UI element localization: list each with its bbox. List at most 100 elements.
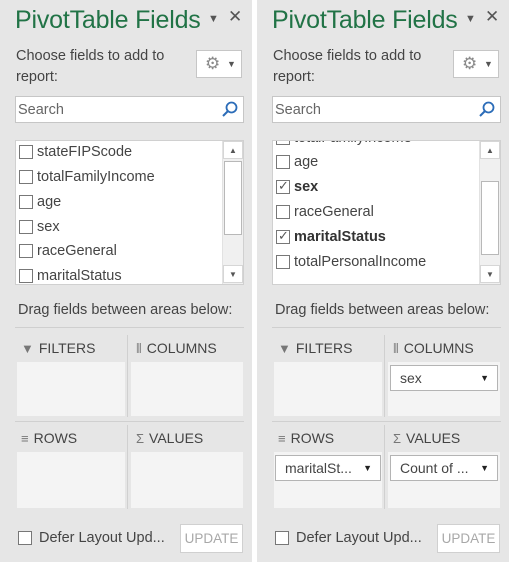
defer-label: Defer Layout Upd...: [296, 530, 422, 546]
field-checkbox[interactable]: [276, 155, 290, 169]
search-input[interactable]: [16, 97, 216, 122]
search-box: [272, 96, 501, 123]
pane-title: PivotTable Fields: [15, 6, 201, 34]
field-item[interactable]: maritalStatus: [16, 267, 221, 284]
close-icon[interactable]: ✕: [485, 7, 499, 27]
gear-icon: ⚙: [205, 54, 221, 73]
field-label: raceGeneral: [37, 243, 117, 259]
field-label: sex: [37, 219, 60, 235]
values-area-header: Σ VALUES: [393, 430, 461, 446]
scroll-down-icon[interactable]: ▼: [223, 265, 243, 283]
field-item[interactable]: maritalStatus: [273, 228, 478, 248]
field-item[interactable]: totalFamilyIncome: [273, 141, 478, 149]
scroll-thumb[interactable]: [224, 161, 242, 235]
caret-down-icon[interactable]: ▼: [208, 13, 219, 25]
area-separator: [15, 421, 244, 422]
tools-button[interactable]: ⚙ ▼: [196, 50, 242, 78]
values-drop-area[interactable]: [131, 452, 243, 508]
field-item[interactable]: raceGeneral: [16, 242, 221, 262]
filters-drop-area[interactable]: [274, 362, 382, 416]
sigma-icon: Σ: [393, 431, 402, 446]
chevron-down-icon[interactable]: ▼: [480, 463, 489, 473]
values-drop-area[interactable]: Count of ... ▼: [388, 452, 500, 508]
tools-button[interactable]: ⚙ ▼: [453, 50, 499, 78]
pivot-fields-pane-left: PivotTable Fields ▼ ✕ Choose fields to a…: [0, 0, 252, 562]
field-checkbox[interactable]: [276, 205, 290, 219]
columns-drop-area[interactable]: sex ▼: [388, 362, 500, 416]
field-label: maritalStatus: [37, 268, 122, 284]
field-item[interactable]: stateFIPScode: [16, 143, 221, 163]
values-field-chip[interactable]: Count of ... ▼: [390, 455, 498, 481]
field-label: age: [37, 194, 62, 210]
choose-fields-text: Choose fields to add to report:: [273, 48, 422, 85]
chevron-down-icon: ▼: [484, 59, 493, 69]
choose-fields-text: Choose fields to add to report:: [16, 48, 165, 85]
field-checkbox[interactable]: [276, 141, 290, 145]
scroll-up-icon[interactable]: ▲: [480, 141, 500, 159]
rows-area-header: ≡ ROWS: [278, 430, 335, 446]
field-item[interactable]: sex: [273, 178, 478, 198]
columns-drop-area[interactable]: [131, 362, 243, 416]
chevron-down-icon[interactable]: ▼: [363, 463, 372, 473]
rows-drop-area[interactable]: maritalSt... ▼: [274, 452, 382, 508]
search-icon[interactable]: [221, 100, 239, 118]
chip-label: maritalSt...: [285, 460, 352, 476]
area-separator: [272, 421, 501, 422]
field-list: stateFIPScode totalFamilyIncome age sex …: [15, 140, 244, 285]
search-input[interactable]: [273, 97, 473, 122]
field-label: totalPersonalIncome: [294, 254, 427, 270]
field-checkbox[interactable]: [19, 220, 33, 234]
update-button[interactable]: UPDATE: [437, 524, 500, 553]
columns-field-chip[interactable]: sex ▼: [390, 365, 498, 391]
field-label: age: [294, 154, 319, 170]
close-icon[interactable]: ✕: [228, 7, 242, 27]
field-item[interactable]: totalPersonalIncome: [273, 253, 478, 273]
filter-icon: ▼: [21, 341, 34, 356]
field-checkbox[interactable]: [19, 244, 33, 258]
caret-down-icon[interactable]: ▼: [465, 13, 476, 25]
defer-label: Defer Layout Upd...: [39, 530, 165, 546]
field-item[interactable]: age: [273, 153, 478, 173]
separator: [272, 327, 501, 328]
drag-instructions: Drag fields between areas below:: [18, 302, 233, 318]
area-divider: [127, 425, 128, 509]
field-item[interactable]: raceGeneral: [273, 203, 478, 223]
rows-field-chip[interactable]: maritalSt... ▼: [275, 455, 381, 481]
field-list-scrollbar[interactable]: ▲ ▼: [222, 141, 243, 284]
columns-area-header: ⦀ COLUMNS: [136, 340, 217, 356]
field-checkbox[interactable]: [19, 195, 33, 209]
field-checkbox[interactable]: [276, 255, 290, 269]
search-icon[interactable]: [478, 100, 496, 118]
field-list-scrollbar[interactable]: ▲ ▼: [479, 141, 500, 284]
columns-icon: ⦀: [136, 341, 142, 356]
filters-area-header: ▼ FILTERS: [278, 340, 353, 356]
field-checkbox[interactable]: [19, 170, 33, 184]
field-label: stateFIPScode: [37, 144, 133, 160]
field-checkbox-checked[interactable]: [276, 178, 290, 194]
drag-instructions: Drag fields between areas below:: [275, 302, 490, 318]
field-label: totalFamilyIncome: [294, 141, 412, 146]
separator: [15, 327, 244, 328]
scroll-up-icon[interactable]: ▲: [223, 141, 243, 159]
chevron-down-icon[interactable]: ▼: [480, 373, 489, 383]
field-item[interactable]: totalFamilyIncome: [16, 168, 221, 188]
rows-drop-area[interactable]: [17, 452, 125, 508]
field-item[interactable]: age: [16, 193, 221, 213]
defer-checkbox[interactable]: [18, 531, 32, 545]
chip-label: sex: [400, 370, 422, 386]
field-checkbox[interactable]: [19, 145, 33, 159]
update-button[interactable]: UPDATE: [180, 524, 243, 553]
defer-checkbox[interactable]: [275, 531, 289, 545]
area-divider: [384, 425, 385, 509]
field-checkbox[interactable]: [19, 269, 33, 283]
sigma-icon: Σ: [136, 431, 145, 446]
field-item[interactable]: sex: [16, 218, 221, 238]
field-checkbox-checked[interactable]: [276, 228, 290, 244]
scroll-down-icon[interactable]: ▼: [480, 265, 500, 283]
filters-drop-area[interactable]: [17, 362, 125, 416]
search-box: [15, 96, 244, 123]
scroll-thumb[interactable]: [481, 181, 499, 255]
chevron-down-icon: ▼: [227, 59, 236, 69]
field-label: maritalStatus: [294, 229, 386, 245]
filters-area-header: ▼ FILTERS: [21, 340, 96, 356]
